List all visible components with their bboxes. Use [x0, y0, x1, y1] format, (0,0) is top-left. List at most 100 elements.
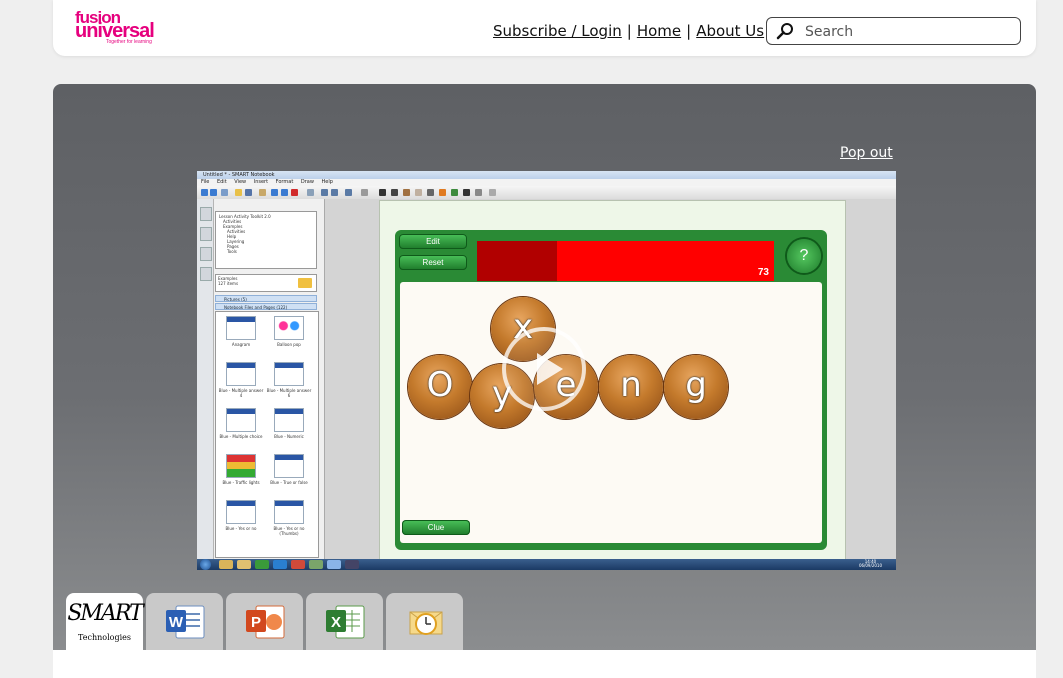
reset-button[interactable]: Reset: [399, 255, 467, 270]
play-button[interactable]: [502, 327, 586, 411]
select-icon[interactable]: [379, 189, 386, 196]
tree-item[interactable]: Tools: [219, 249, 313, 254]
dual-page-icon[interactable]: [331, 189, 338, 196]
windows-taskbar: 14:40 06/09/2010: [197, 559, 896, 570]
taskbar-app-icon[interactable]: [237, 560, 251, 569]
content-area: [53, 650, 1036, 678]
gallery-thumb[interactable]: Blue - Multiple answer 6: [266, 362, 312, 406]
menu-help[interactable]: Help: [322, 179, 333, 185]
search-box[interactable]: [766, 17, 1021, 45]
nav-subscribe-login[interactable]: Subscribe / Login: [493, 22, 622, 40]
table-icon[interactable]: [361, 189, 368, 196]
search-input[interactable]: [803, 21, 1012, 43]
screen-shade-icon[interactable]: [307, 189, 314, 196]
gallery-thumb[interactable]: Blue - Multiple choice: [218, 408, 264, 452]
thumb-caption: Balloon pop: [277, 342, 301, 347]
pop-out-link[interactable]: Pop out: [840, 145, 893, 161]
undo-icon[interactable]: [271, 189, 278, 196]
gallery-thumb[interactable]: Balloon pop: [266, 316, 312, 360]
logo-tagline: Together for learning: [106, 39, 152, 45]
gallery-row-pictures[interactable]: Pictures (5): [215, 295, 317, 302]
gallery-folder-tree[interactable]: Lesson Activity Toolkit 2.0 Activities E…: [215, 211, 317, 269]
thumb-caption: Blue - Yes or no (Thumbs): [273, 526, 305, 536]
pen-icon[interactable]: [391, 189, 398, 196]
redo-icon[interactable]: [281, 189, 288, 196]
taskbar-app-icon[interactable]: [273, 560, 287, 569]
menu-draw[interactable]: Draw: [301, 179, 314, 185]
tab-excel[interactable]: X: [306, 593, 383, 650]
attachments-tab[interactable]: [200, 247, 212, 261]
capture-icon[interactable]: [345, 189, 352, 196]
paste-icon[interactable]: [259, 189, 266, 196]
tab-outlook[interactable]: [386, 593, 463, 650]
nav-home[interactable]: Home: [637, 22, 681, 40]
fill-icon[interactable]: [451, 189, 458, 196]
thumb-caption: Blue - Numeric: [274, 434, 304, 439]
gallery-thumb[interactable]: Blue - Traffic lights: [218, 454, 264, 498]
move-toolbar-icon[interactable]: [489, 189, 496, 196]
properties-tab[interactable]: [200, 267, 212, 281]
gallery-tab[interactable]: [200, 227, 212, 241]
menu-file[interactable]: File: [201, 179, 209, 185]
taskbar-app-icon[interactable]: [327, 560, 341, 569]
back-icon[interactable]: [201, 189, 208, 196]
gallery-thumb[interactable]: Blue - Multiple answer 4: [218, 362, 264, 406]
help-button[interactable]: ?: [787, 239, 821, 273]
svg-text:X: X: [331, 614, 341, 631]
save-icon[interactable]: [245, 189, 252, 196]
search-icon[interactable]: [776, 22, 794, 40]
menu-insert[interactable]: Insert: [254, 179, 268, 185]
thumb-preview: [226, 316, 256, 340]
word-icon: W: [166, 605, 205, 639]
gallery-thumb[interactable]: Blue - True or false: [266, 454, 312, 498]
taskbar-app-icon[interactable]: [309, 560, 323, 569]
text-icon[interactable]: [463, 189, 470, 196]
open-icon[interactable]: [235, 189, 242, 196]
svg-text:W: W: [169, 614, 184, 631]
nav-separator: |: [686, 22, 692, 40]
taskbar-app-icon[interactable]: [219, 560, 233, 569]
forward-icon[interactable]: [210, 189, 217, 196]
page-sorter-tab[interactable]: [200, 207, 212, 221]
gallery-thumb[interactable]: Blue - Numeric: [266, 408, 312, 452]
menu-format[interactable]: Format: [276, 179, 294, 185]
shapes-icon[interactable]: [439, 189, 446, 196]
start-button-icon[interactable]: [200, 559, 211, 570]
eraser-icon[interactable]: [415, 189, 422, 196]
svg-text:P: P: [251, 614, 261, 631]
window-menubar: File Edit View Insert Format Draw Help: [197, 179, 896, 186]
nav-about-us[interactable]: About Us: [696, 22, 764, 40]
letter-tile[interactable]: n: [599, 355, 663, 419]
letter-tile[interactable]: O: [408, 355, 472, 419]
gallery-row-notebook-files[interactable]: Notebook Files and Pages (122): [215, 303, 317, 310]
excel-icon: X: [326, 605, 365, 639]
delete-icon[interactable]: [291, 189, 298, 196]
timer-value: 73: [757, 267, 769, 278]
gallery-thumb[interactable]: Anagram: [218, 316, 264, 360]
sidebar-tabs: [197, 199, 214, 559]
menu-view[interactable]: View: [234, 179, 246, 185]
clock-date: 06/09/2010: [858, 563, 882, 568]
properties-icon[interactable]: [475, 189, 482, 196]
creative-pen-icon[interactable]: [403, 189, 410, 196]
thumb-preview: [274, 454, 304, 478]
nav-separator: |: [626, 22, 632, 40]
gallery-thumb[interactable]: Blue - Yes or no (Thumbs): [266, 500, 312, 544]
letter-tile[interactable]: g: [664, 355, 728, 419]
add-page-icon[interactable]: [221, 189, 228, 196]
taskbar-app-icon[interactable]: [291, 560, 305, 569]
menu-edit[interactable]: Edit: [217, 179, 227, 185]
clue-button[interactable]: Clue: [402, 520, 470, 535]
tab-word[interactable]: W: [146, 593, 223, 650]
gallery-thumb[interactable]: Blue - Yes or no: [218, 500, 264, 544]
tab-powerpoint[interactable]: P: [226, 593, 303, 650]
line-icon[interactable]: [427, 189, 434, 196]
tab-smart[interactable]: SMART Technologies: [66, 593, 144, 652]
taskbar-app-icon[interactable]: [345, 560, 359, 569]
video-frame[interactable]: Untitled * - SMART Notebook File Edit Vi…: [197, 171, 896, 570]
full-screen-icon[interactable]: [321, 189, 328, 196]
taskbar-app-icon[interactable]: [255, 560, 269, 569]
thumb-preview: [226, 500, 256, 524]
fusion-universal-logo[interactable]: fusion universal Together for learning: [75, 6, 165, 46]
edit-button[interactable]: Edit: [399, 234, 467, 249]
